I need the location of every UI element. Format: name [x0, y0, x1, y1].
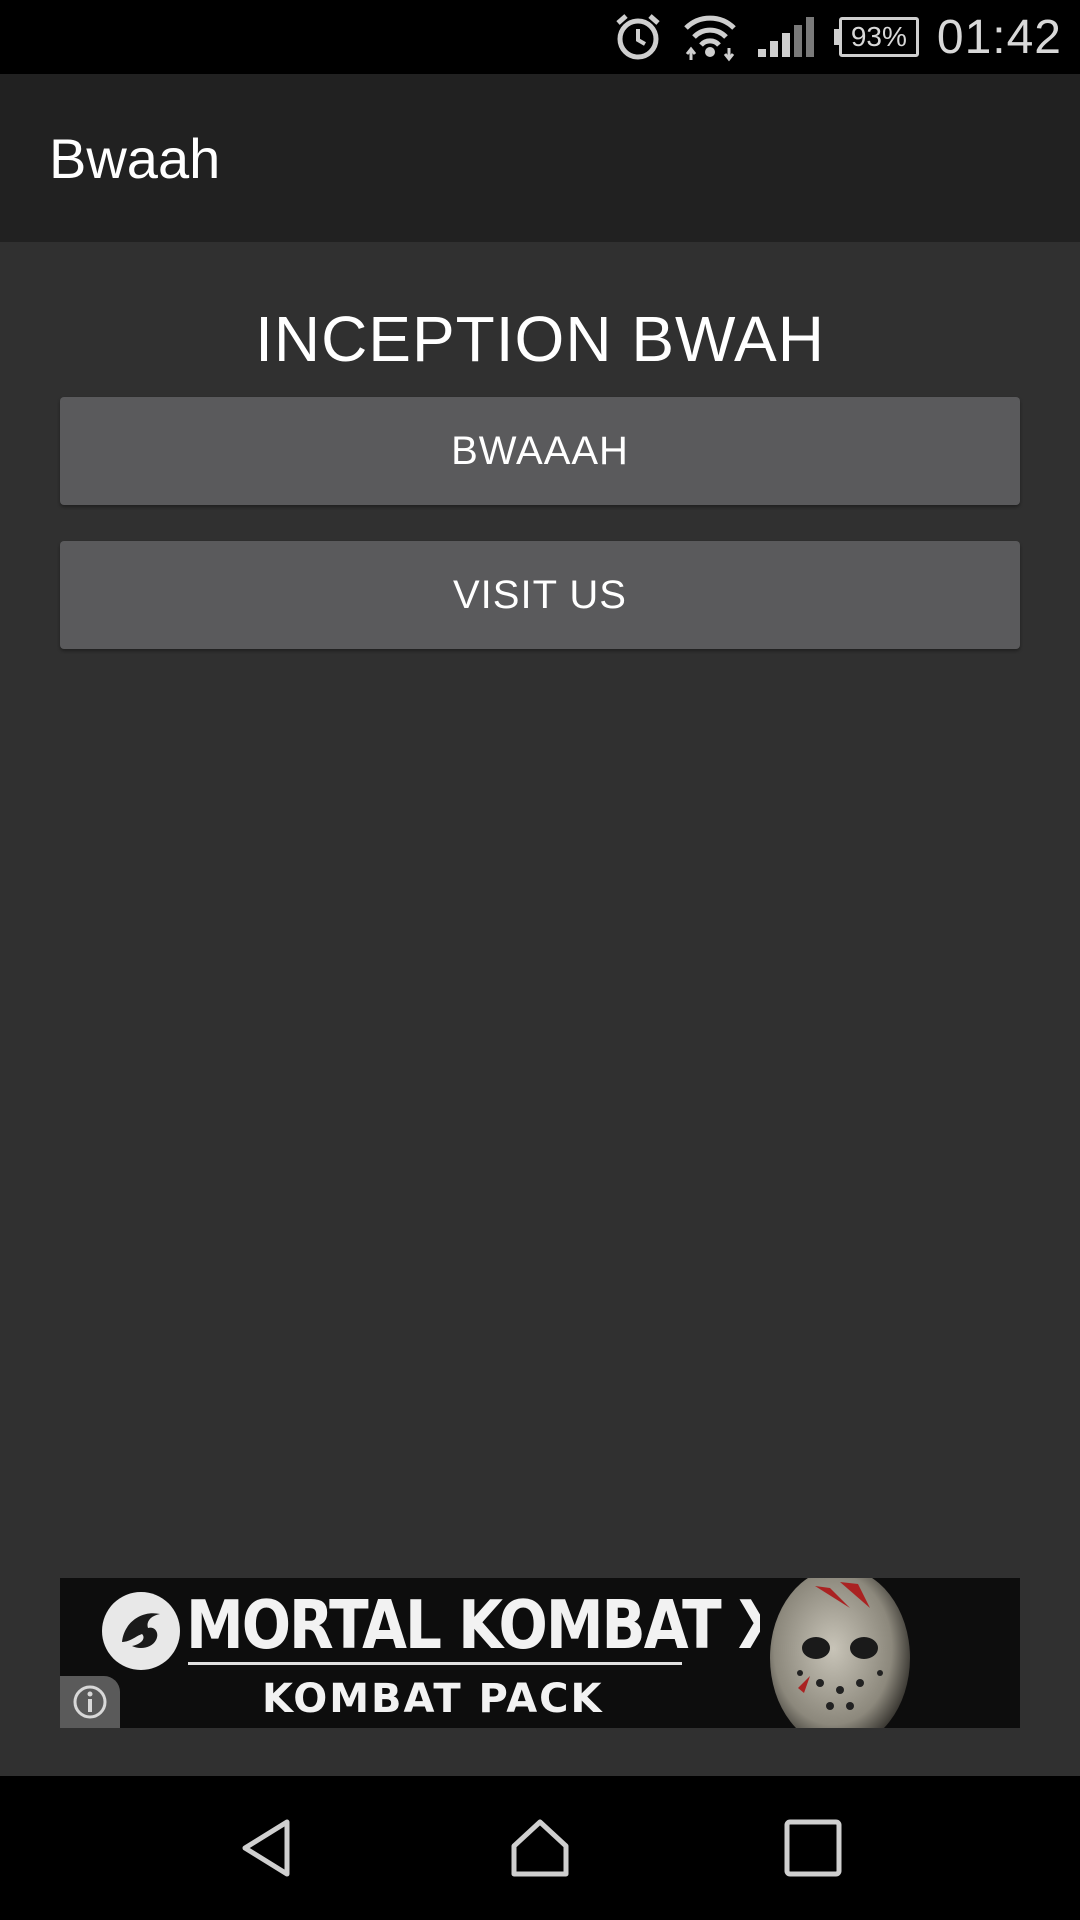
hockey-mask-image	[760, 1578, 940, 1728]
main-content: INCEPTION BWAH BWAAAH VISIT US MORTAL KO…	[0, 242, 1080, 1776]
recents-icon[interactable]	[763, 1798, 863, 1898]
alarm-icon	[612, 11, 664, 63]
ad-banner[interactable]: MORTAL KOMBAT X KOMBAT PACK	[60, 1578, 1020, 1728]
wifi-icon	[682, 12, 738, 62]
app-title: Bwaah	[49, 126, 221, 190]
dragon-logo-icon	[102, 1592, 180, 1670]
home-icon[interactable]	[490, 1798, 590, 1898]
battery-icon: 93%	[833, 17, 919, 57]
bwaaah-button[interactable]: BWAAAH	[60, 397, 1020, 505]
info-icon[interactable]	[60, 1676, 120, 1728]
battery-level: 93%	[838, 17, 919, 57]
cell-signal-icon	[756, 15, 816, 59]
page-headline: INCEPTION BWAH	[255, 303, 825, 375]
status-bar: 93% 01:42	[0, 0, 1080, 74]
navigation-bar	[0, 1776, 1080, 1920]
app-bar: Bwaah	[0, 74, 1080, 242]
screen: 93% 01:42 Bwaah INCEPTION BWAH BWAAAH VI…	[0, 0, 1080, 1920]
ad-subtitle: KOMBAT PACK	[262, 1676, 604, 1722]
status-time: 01:42	[936, 10, 1062, 64]
visit-us-button[interactable]: VISIT US	[60, 541, 1020, 649]
ad-title: MORTAL KOMBAT X	[186, 1586, 783, 1665]
ad-divider	[188, 1662, 682, 1665]
back-icon[interactable]	[217, 1798, 317, 1898]
